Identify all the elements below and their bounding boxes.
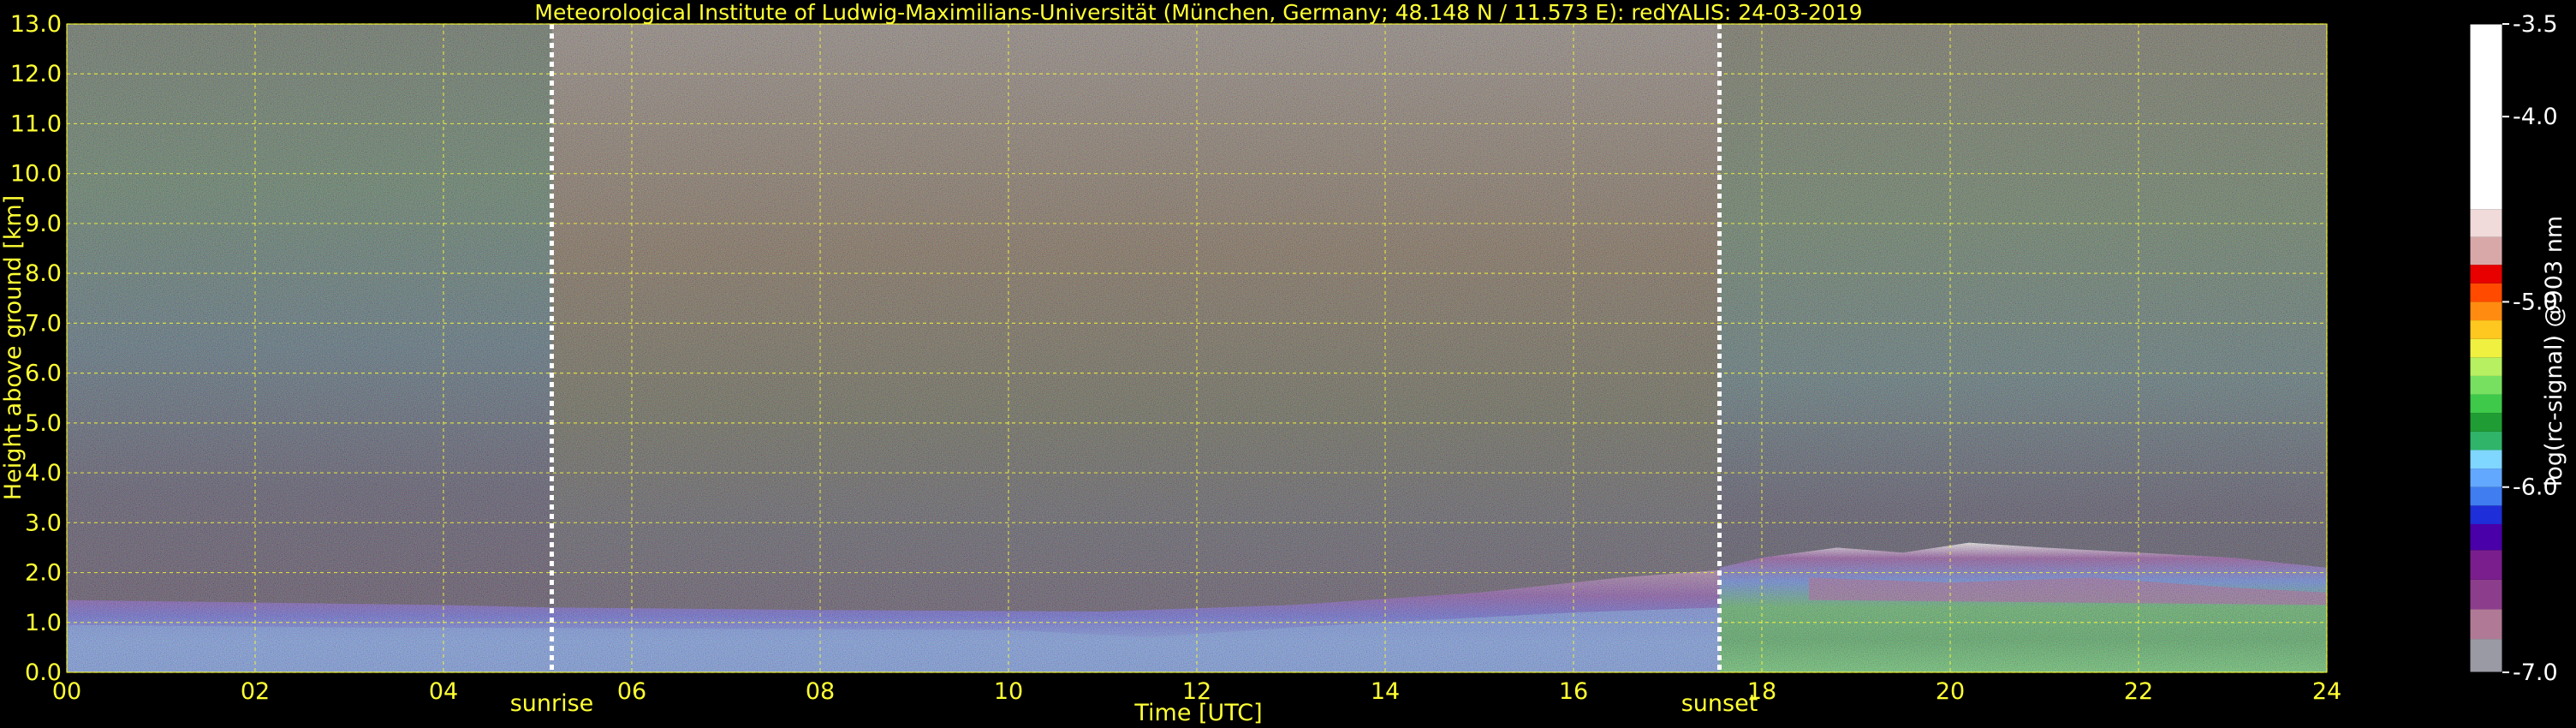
y-tick-label: 6.0: [25, 361, 62, 387]
marker-label-sunset: sunset: [1681, 690, 1758, 717]
y-tick-label: 12.0: [10, 61, 62, 87]
colorbar-segment: [2470, 639, 2502, 672]
colorbar-segment: [2470, 236, 2502, 266]
colorbar-segment: [2470, 209, 2502, 237]
colorbar-tick-label: -4.0: [2513, 104, 2558, 130]
y-tick-label: 13.0: [10, 11, 62, 38]
x-tick-label: 06: [617, 678, 646, 705]
colorbar-segment: [2470, 394, 2502, 414]
colorbar-segment: [2470, 450, 2502, 469]
x-axis-label: Time [UTC]: [1133, 700, 1262, 726]
x-tick-label: 20: [1936, 678, 1965, 705]
colorbar-label: log(rc-signal) @903 nm: [2541, 216, 2567, 486]
colorbar-segment: [2470, 24, 2502, 210]
y-tick-label: 0.0: [25, 659, 62, 686]
colorbar-segment: [2470, 486, 2502, 506]
x-tick-label: 14: [1371, 678, 1400, 705]
colorbar-segment: [2470, 431, 2502, 451]
colorbar-segment: [2470, 320, 2502, 339]
x-tick-label: 16: [1559, 678, 1588, 705]
colorbar-segment: [2470, 609, 2502, 640]
y-tick-label: 2.0: [25, 560, 62, 587]
x-tick-label: 24: [2312, 678, 2341, 705]
colorbar-tick-label: -7.0: [2513, 659, 2558, 686]
y-tick-label: 10.0: [10, 161, 62, 188]
colorbar-tick-label: -3.5: [2513, 11, 2558, 38]
colorbar-segment: [2470, 468, 2502, 487]
colorbar-segment: [2470, 523, 2502, 551]
x-tick-label: 08: [806, 678, 835, 705]
colorbar-segment: [2470, 375, 2502, 395]
lidar-chart: 00 02 04 06 08 10 12 14 16 18 20 22 240.01.02.03.04.…: [0, 0, 2567, 726]
colorbar-segment: [2470, 550, 2502, 580]
marker-label-sunrise: sunrise: [510, 690, 594, 717]
y-tick-label: 1.0: [25, 610, 62, 636]
colorbar-segment: [2470, 357, 2502, 376]
y-tick-label: 4.0: [25, 460, 62, 486]
colorbar-segment: [2470, 413, 2502, 432]
colorbar-segment: [2470, 505, 2502, 524]
x-tick-label: 04: [429, 678, 458, 705]
colorbar-segment: [2470, 265, 2502, 283]
y-tick-label: 3.0: [25, 510, 62, 536]
y-tick-label: 5.0: [25, 410, 62, 437]
colorbar-segment: [2470, 579, 2502, 610]
y-tick-label: 9.0: [25, 211, 62, 237]
y-tick-label: 11.0: [10, 110, 62, 137]
y-tick-label: 8.0: [25, 260, 62, 287]
y-axis-label: Height above ground [km]: [0, 195, 27, 500]
x-tick-label: 10: [994, 678, 1023, 705]
colorbar-segment: [2470, 301, 2502, 321]
x-tick-label: 22: [2124, 678, 2153, 705]
y-tick-label: 7.0: [25, 310, 62, 337]
chart-title: Meteorological Institute of Ludwig-Maxim…: [534, 0, 1862, 25]
x-tick-label: 02: [241, 678, 270, 705]
colorbar-segment: [2470, 283, 2502, 302]
colorbar-segment: [2470, 338, 2502, 358]
